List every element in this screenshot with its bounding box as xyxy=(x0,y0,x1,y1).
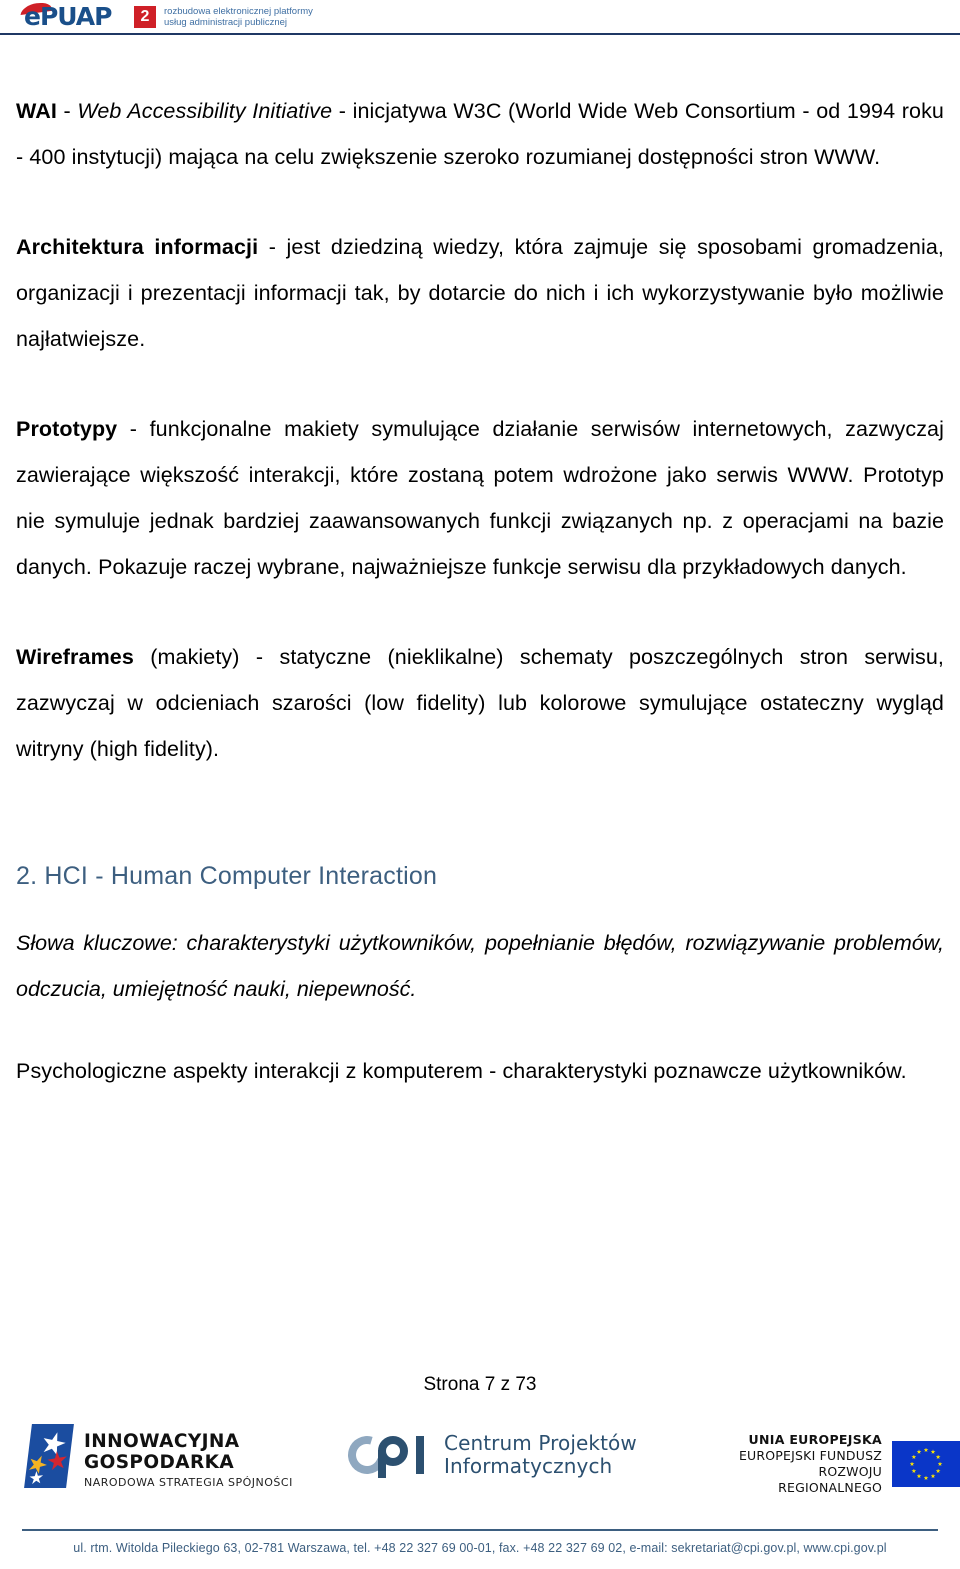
term-architektura-informacji: Architektura informacji xyxy=(16,235,259,259)
paragraph-architektura-informacji: Architektura informacji - jest dziedziną… xyxy=(16,224,944,362)
document-content: WAI - Web Accessibility Initiative - ini… xyxy=(16,88,944,1094)
wai-separator: - xyxy=(56,99,78,123)
star-yellow-icon xyxy=(25,1452,51,1476)
epuap-tagline: rozbudowa elektronicznej platformy usług… xyxy=(164,6,313,29)
eu-star-icon xyxy=(930,1473,936,1479)
european-union-logo: UNIA EUROPEJSKA EUROPEJSKI FUNDUSZ ROZWO… xyxy=(718,1432,960,1496)
eu-line3: ROZWOJU REGIONALNEGO xyxy=(778,1464,882,1495)
eu-line2: EUROPEJSKI FUNDUSZ xyxy=(738,1448,882,1463)
cpi-text: Centrum Projektów Informatycznych xyxy=(444,1432,637,1478)
eu-star-icon xyxy=(937,1461,943,1467)
paragraph-wireframes-body: (makiety) - statyczne (nieklikalne) sche… xyxy=(16,645,944,761)
eu-star-icon xyxy=(916,1449,922,1454)
footer-divider xyxy=(22,1529,938,1531)
eu-star-icon xyxy=(923,1447,929,1453)
epuap-logo-text: ePUAP xyxy=(24,2,112,31)
header-divider xyxy=(0,33,960,35)
eu-line1: UNIA EUROPEJSKA xyxy=(748,1432,882,1447)
footer-logo-row: INNOWACYJNA GOSPODARKA NARODOWA STRATEGI… xyxy=(0,1420,960,1515)
term-wai: WAI xyxy=(16,99,57,123)
term-wai-expansion: Web Accessibility Initiative xyxy=(77,99,333,123)
epuap-tagline-line1: rozbudowa elektronicznej platformy xyxy=(164,5,313,17)
epuap-tagline-line2: usług administracji publicznej xyxy=(164,17,288,28)
eu-star-icon xyxy=(911,1468,917,1474)
innowacyjna-gospodarka-logo: INNOWACYJNA GOSPODARKA NARODOWA STRATEGI… xyxy=(24,1424,293,1489)
epuap-version-badge: 2 xyxy=(134,6,156,28)
cpi-line2: Informatycznych xyxy=(444,1454,613,1478)
star-white-icon xyxy=(38,1430,69,1458)
footer-address: ul. rtm. Witolda Pileckiego 63, 02-781 W… xyxy=(73,1541,887,1555)
cpi-line1: Centrum Projektów xyxy=(444,1431,637,1455)
term-wireframes: Wireframes xyxy=(16,645,134,669)
page-header: ePUAP 2 rozbudowa elektronicznej platfor… xyxy=(0,0,960,40)
paragraph-wai: WAI - Web Accessibility Initiative - ini… xyxy=(16,88,944,180)
eu-star-icon xyxy=(911,1454,917,1460)
page-number: Strona 7 z 73 xyxy=(423,1374,537,1395)
cpi-logo: Centrum Projektów Informatycznych xyxy=(341,1429,637,1481)
innowacyjna-line2: GOSPODARKA xyxy=(84,1452,235,1473)
star-red-icon xyxy=(47,1449,68,1472)
eu-flag-icon xyxy=(892,1441,960,1487)
section-heading-hci: 2. HCI - Human Computer Interaction xyxy=(16,862,438,890)
term-prototypy: Prototypy xyxy=(16,417,118,441)
eu-star-icon xyxy=(923,1475,929,1481)
paragraph-prototypy: Prototypy - funkcjonalne makiety symuluj… xyxy=(16,406,944,590)
eu-text: UNIA EUROPEJSKA EUROPEJSKI FUNDUSZ ROZWO… xyxy=(718,1432,882,1496)
paragraph-prototypy-body: - funkcjonalne makiety symulujące działa… xyxy=(16,417,944,579)
innowacyjna-stars-icon xyxy=(24,1424,74,1488)
cpi-monogram-icon xyxy=(341,1429,436,1481)
eu-star-icon xyxy=(909,1461,915,1467)
innowacyjna-line3: NARODOWA STRATEGIA SPÓJNOŚCI xyxy=(84,1476,293,1489)
eu-star-icon xyxy=(930,1449,936,1454)
epuap-wordmark: ePUAP xyxy=(20,0,126,32)
paragraph-psychological-aspects: Psychologiczne aspekty interakcji z komp… xyxy=(16,1059,907,1083)
eu-star-icon xyxy=(935,1454,941,1460)
eu-star-icon xyxy=(916,1473,922,1479)
innowacyjna-line1: INNOWACYJNA xyxy=(84,1431,240,1452)
cpi-letter-p-stem-icon xyxy=(378,1450,386,1478)
star-white-small-icon xyxy=(29,1470,43,1485)
paragraph-keywords: Słowa kluczowe: charakterystyki użytkown… xyxy=(16,931,944,1001)
innowacyjna-text: INNOWACYJNA GOSPODARKA NARODOWA STRATEGI… xyxy=(84,1424,293,1489)
cpi-letter-i-icon xyxy=(416,1436,424,1474)
epuap-logo: ePUAP 2 rozbudowa elektronicznej platfor… xyxy=(20,0,313,32)
eu-star-icon xyxy=(935,1468,941,1474)
paragraph-wireframes: Wireframes (makiety) - statyczne (niekli… xyxy=(16,634,944,772)
